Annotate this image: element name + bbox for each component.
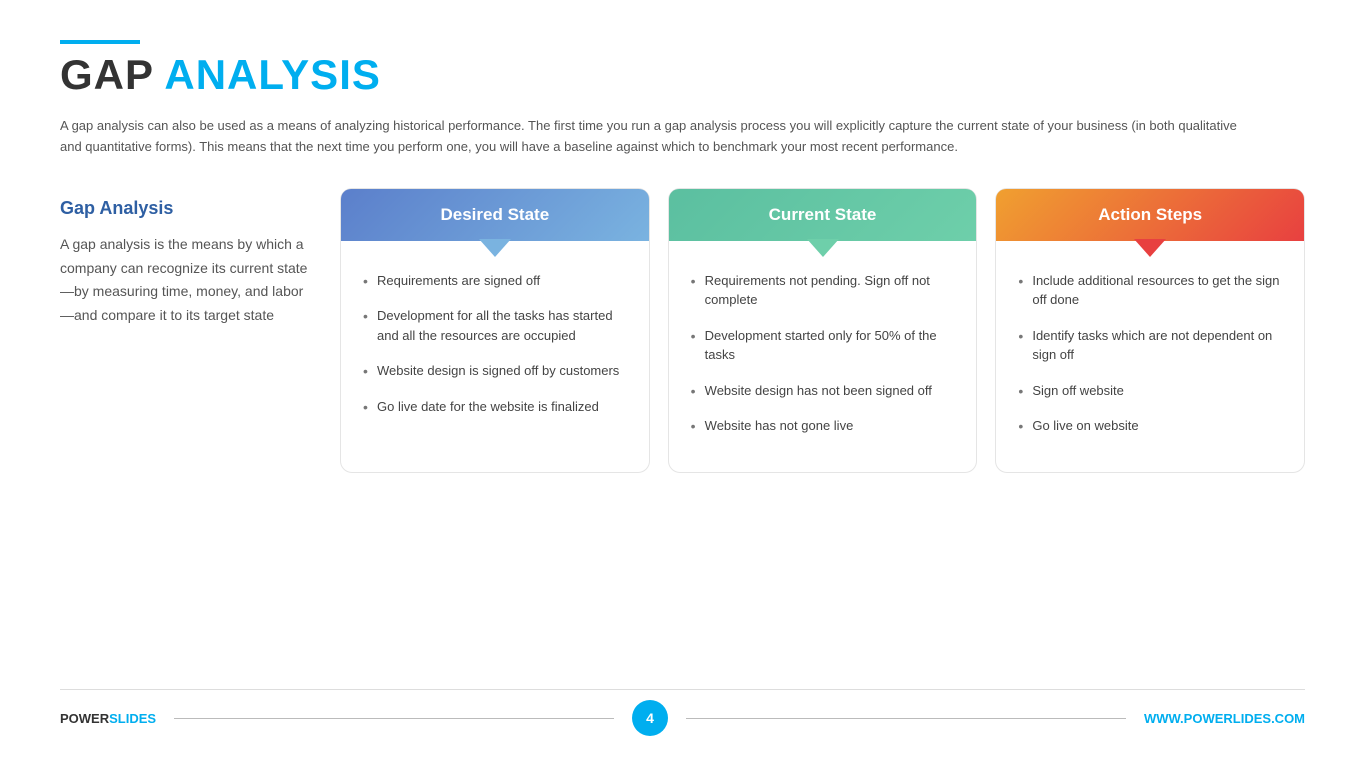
- page-title: GAP ANALYSIS: [60, 52, 1305, 98]
- footer-line-right: [686, 718, 1126, 719]
- brand-slides: SLIDES: [109, 711, 156, 726]
- action-steps-list: Include additional resources to get the …: [1016, 271, 1284, 436]
- desired-state-label: Desired State: [441, 205, 550, 224]
- title-analysis: ANALYSIS: [164, 51, 381, 98]
- list-item: Development for all the tasks has starte…: [361, 306, 629, 345]
- action-steps-body: Include additional resources to get the …: [996, 241, 1304, 472]
- header-bar: [60, 40, 140, 44]
- footer-brand: POWERSLIDES: [60, 711, 156, 726]
- action-steps-header: Action Steps: [996, 189, 1304, 241]
- footer: POWERSLIDES 4 WWW.POWERLIDES.COM: [60, 689, 1305, 736]
- slide: GAP ANALYSIS A gap analysis can also be …: [0, 0, 1365, 766]
- brand-power: POWER: [60, 711, 109, 726]
- desired-state-body: Requirements are signed off Development …: [341, 241, 649, 472]
- description-text: A gap analysis can also be used as a mea…: [60, 116, 1260, 158]
- current-state-header: Current State: [669, 189, 977, 241]
- action-steps-card: Action Steps Include additional resource…: [995, 188, 1305, 473]
- list-item: Go live on website: [1016, 416, 1284, 436]
- left-panel-title: Gap Analysis: [60, 198, 310, 219]
- list-item: Include additional resources to get the …: [1016, 271, 1284, 310]
- action-steps-label: Action Steps: [1098, 205, 1202, 224]
- current-state-label: Current State: [769, 205, 877, 224]
- left-panel: Gap Analysis A gap analysis is the means…: [60, 188, 340, 328]
- desired-state-card: Desired State Requirements are signed of…: [340, 188, 650, 473]
- list-item: Website has not gone live: [689, 416, 957, 436]
- current-state-card: Current State Requirements not pending. …: [668, 188, 978, 473]
- list-item: Website design has not been signed off: [689, 381, 957, 401]
- footer-website: WWW.POWERLIDES.COM: [1144, 711, 1305, 726]
- list-item: Requirements are signed off: [361, 271, 629, 291]
- cards-area: Desired State Requirements are signed of…: [340, 188, 1305, 473]
- list-item: Development started only for 50% of the …: [689, 326, 957, 365]
- current-state-list: Requirements not pending. Sign off not c…: [689, 271, 957, 436]
- desired-state-header: Desired State: [341, 189, 649, 241]
- list-item: Identify tasks which are not dependent o…: [1016, 326, 1284, 365]
- left-panel-text: A gap analysis is the means by which a c…: [60, 233, 310, 328]
- main-content: Gap Analysis A gap analysis is the means…: [60, 188, 1305, 689]
- footer-line-left: [174, 718, 614, 719]
- title-gap: GAP: [60, 51, 164, 98]
- page-number: 4: [632, 700, 668, 736]
- list-item: Go live date for the website is finalize…: [361, 397, 629, 417]
- current-state-body: Requirements not pending. Sign off not c…: [669, 241, 977, 472]
- list-item: Website design is signed off by customer…: [361, 361, 629, 381]
- desired-state-list: Requirements are signed off Development …: [361, 271, 629, 417]
- list-item: Requirements not pending. Sign off not c…: [689, 271, 957, 310]
- list-item: Sign off website: [1016, 381, 1284, 401]
